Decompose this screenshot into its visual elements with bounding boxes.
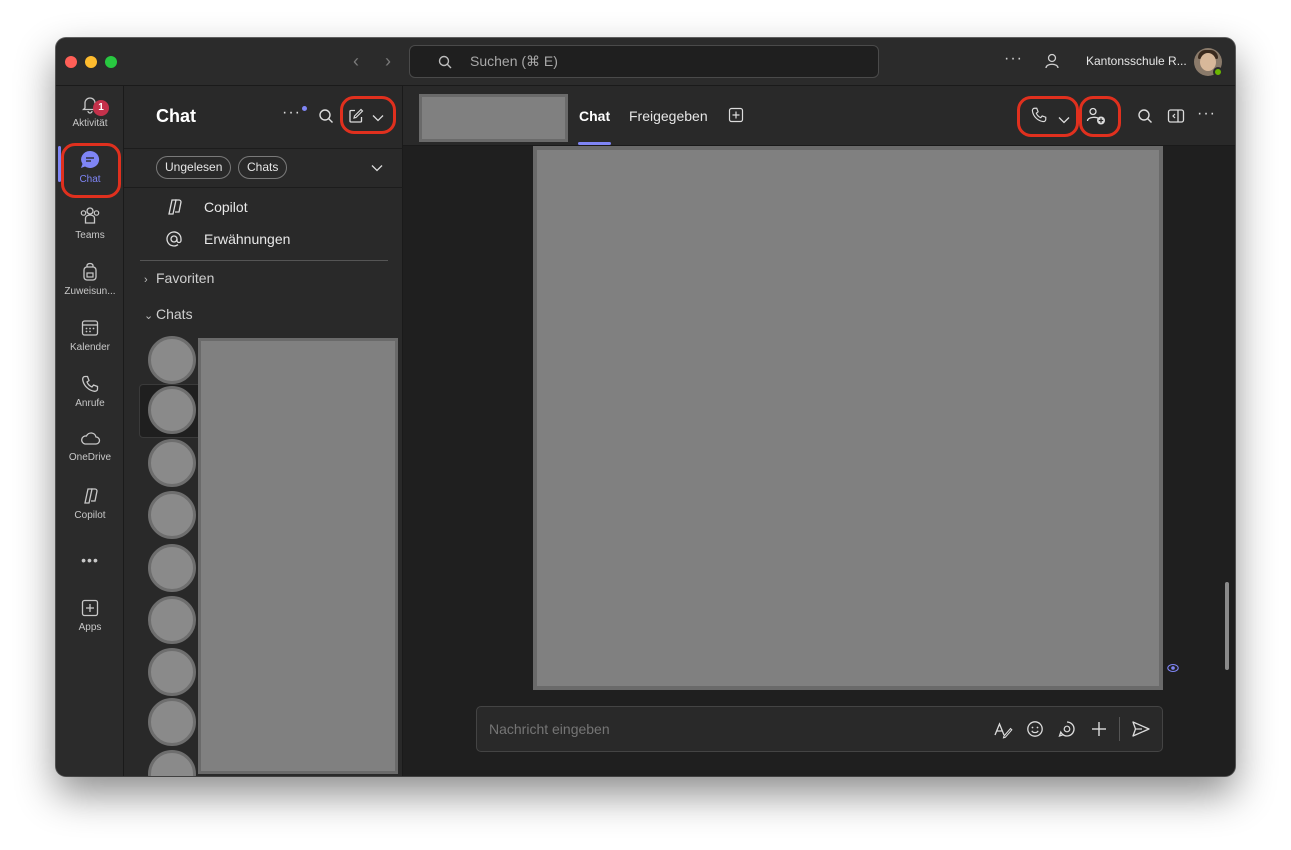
new-indicator-dot — [302, 106, 307, 111]
divider — [124, 148, 403, 149]
format-text-icon[interactable] — [993, 720, 1013, 745]
plus-square-icon — [81, 599, 99, 617]
emoji-icon[interactable] — [1026, 720, 1044, 743]
close-window-button[interactable] — [65, 56, 77, 68]
call-highlight-annotation — [1017, 96, 1079, 137]
chat-avatar[interactable] — [148, 596, 196, 644]
back-arrow-icon[interactable]: ‹ — [345, 50, 367, 72]
divider — [1119, 717, 1120, 741]
person-icon[interactable] — [1044, 52, 1062, 75]
rail-label: Anrufe — [75, 398, 105, 409]
teams-window: ‹ › Suchen (⌘ E) ··· Kantonsschule R... — [56, 38, 1235, 776]
rail-label: Apps — [78, 622, 102, 633]
more-options-icon[interactable]: ··· — [1197, 105, 1216, 123]
copilot-icon — [164, 197, 184, 222]
panel-title: Chat — [156, 106, 196, 126]
search-icon[interactable] — [318, 108, 334, 129]
rail-item-teams[interactable]: Teams — [56, 206, 124, 258]
redacted-chat-title — [419, 94, 568, 142]
search-input[interactable]: Suchen (⌘ E) — [409, 45, 879, 78]
copilot-icon — [84, 488, 98, 504]
section-label: Favoriten — [156, 270, 215, 286]
section-favorites[interactable]: › Favoriten — [144, 270, 214, 286]
rail-label: Aktivität — [72, 118, 108, 129]
forward-arrow-icon[interactable]: › — [377, 50, 399, 72]
open-side-panel-icon[interactable] — [1167, 108, 1185, 129]
zoom-window-button[interactable] — [105, 56, 117, 68]
chat-avatar[interactable] — [148, 648, 196, 696]
divider — [124, 187, 403, 188]
filter-chip-unread[interactable]: Ungelesen — [156, 156, 232, 179]
presence-available-icon — [1213, 67, 1223, 77]
chat-avatar[interactable] — [148, 750, 196, 776]
chat-avatar[interactable] — [148, 544, 196, 592]
loop-icon[interactable] — [1058, 720, 1076, 743]
rail-label: OneDrive — [68, 452, 112, 463]
pinned-copilot[interactable]: Copilot — [204, 199, 248, 215]
minimize-window-button[interactable] — [85, 56, 97, 68]
add-people-highlight-annotation — [1079, 96, 1121, 137]
title-bar: ‹ › Suchen (⌘ E) ··· Kantonsschule R... — [56, 38, 1235, 86]
cloud-icon — [81, 432, 101, 445]
rail-item-activity[interactable]: Aktivität 1 — [56, 94, 124, 146]
search-icon[interactable] — [1137, 108, 1153, 129]
chat-list-panel: Chat ··· Ungelesen Chats Copilot Erwähnu… — [124, 86, 403, 776]
calendar-icon — [81, 320, 99, 336]
rail-item-calendar[interactable]: Kalender — [56, 318, 124, 370]
message-input[interactable] — [489, 721, 969, 737]
rail-label: Zuweisun... — [64, 286, 116, 297]
phone-icon — [82, 375, 99, 392]
active-tab-indicator — [578, 142, 611, 145]
more-options-icon[interactable]: ··· — [282, 104, 301, 122]
notification-badge: 1 — [93, 100, 109, 116]
chat-avatar[interactable] — [148, 491, 196, 539]
chat-avatar[interactable] — [148, 386, 196, 434]
chevron-right-icon: › — [144, 274, 148, 286]
section-chats[interactable]: ⌄ Chats — [144, 306, 193, 322]
rail-label: Teams — [75, 230, 105, 241]
chat-avatar[interactable] — [148, 439, 196, 487]
rail-item-calls[interactable]: Anrufe — [56, 374, 124, 426]
read-receipt-icon — [1167, 660, 1179, 678]
filter-chip-chats[interactable]: Chats — [238, 156, 288, 179]
tab-chat[interactable]: Chat — [579, 108, 610, 124]
teams-icon — [80, 207, 100, 224]
rail-more-icon[interactable]: ••• — [56, 552, 124, 604]
rail-label: Kalender — [69, 342, 111, 353]
chevron-down-icon[interactable] — [371, 160, 383, 178]
chat-avatar[interactable] — [148, 336, 196, 384]
more-options-icon[interactable]: ··· — [1004, 50, 1023, 68]
app-rail: Aktivität 1 Chat Teams Zuweisun... Kalen… — [56, 86, 124, 776]
divider — [140, 260, 388, 261]
pinned-mentions[interactable]: Erwähnungen — [204, 231, 290, 247]
chat-avatar[interactable] — [148, 698, 196, 746]
chat-main-area: Chat Freigegeben ··· Nachricht eingeben — [403, 86, 1235, 776]
chevron-down-icon: ⌄ — [144, 310, 154, 322]
add-tab-icon[interactable] — [728, 107, 744, 128]
chat-header: Chat Freigegeben ··· — [403, 86, 1235, 146]
search-icon — [438, 55, 452, 69]
scrollbar[interactable] — [1225, 582, 1229, 670]
send-icon[interactable] — [1131, 720, 1151, 743]
at-icon — [164, 229, 184, 254]
chat-highlight-annotation — [61, 143, 121, 198]
section-label: Chats — [156, 306, 193, 322]
new-chat-highlight-annotation — [340, 96, 396, 134]
message-composer[interactable] — [476, 706, 1163, 752]
org-name[interactable]: Kantonsschule R... — [1086, 54, 1187, 68]
redacted-chat-names — [198, 338, 398, 774]
rail-item-assignments[interactable]: Zuweisun... — [56, 262, 124, 314]
redacted-chat-content — [533, 146, 1163, 690]
tab-shared[interactable]: Freigegeben — [629, 108, 708, 124]
backpack-icon — [83, 262, 97, 281]
search-placeholder: Suchen (⌘ E) — [470, 53, 558, 69]
rail-label: Copilot — [74, 510, 106, 521]
rail-item-onedrive[interactable]: OneDrive — [56, 430, 124, 482]
plus-icon[interactable] — [1090, 720, 1108, 743]
rail-item-apps[interactable]: Apps — [56, 598, 124, 650]
rail-item-copilot[interactable]: Copilot — [56, 486, 124, 538]
